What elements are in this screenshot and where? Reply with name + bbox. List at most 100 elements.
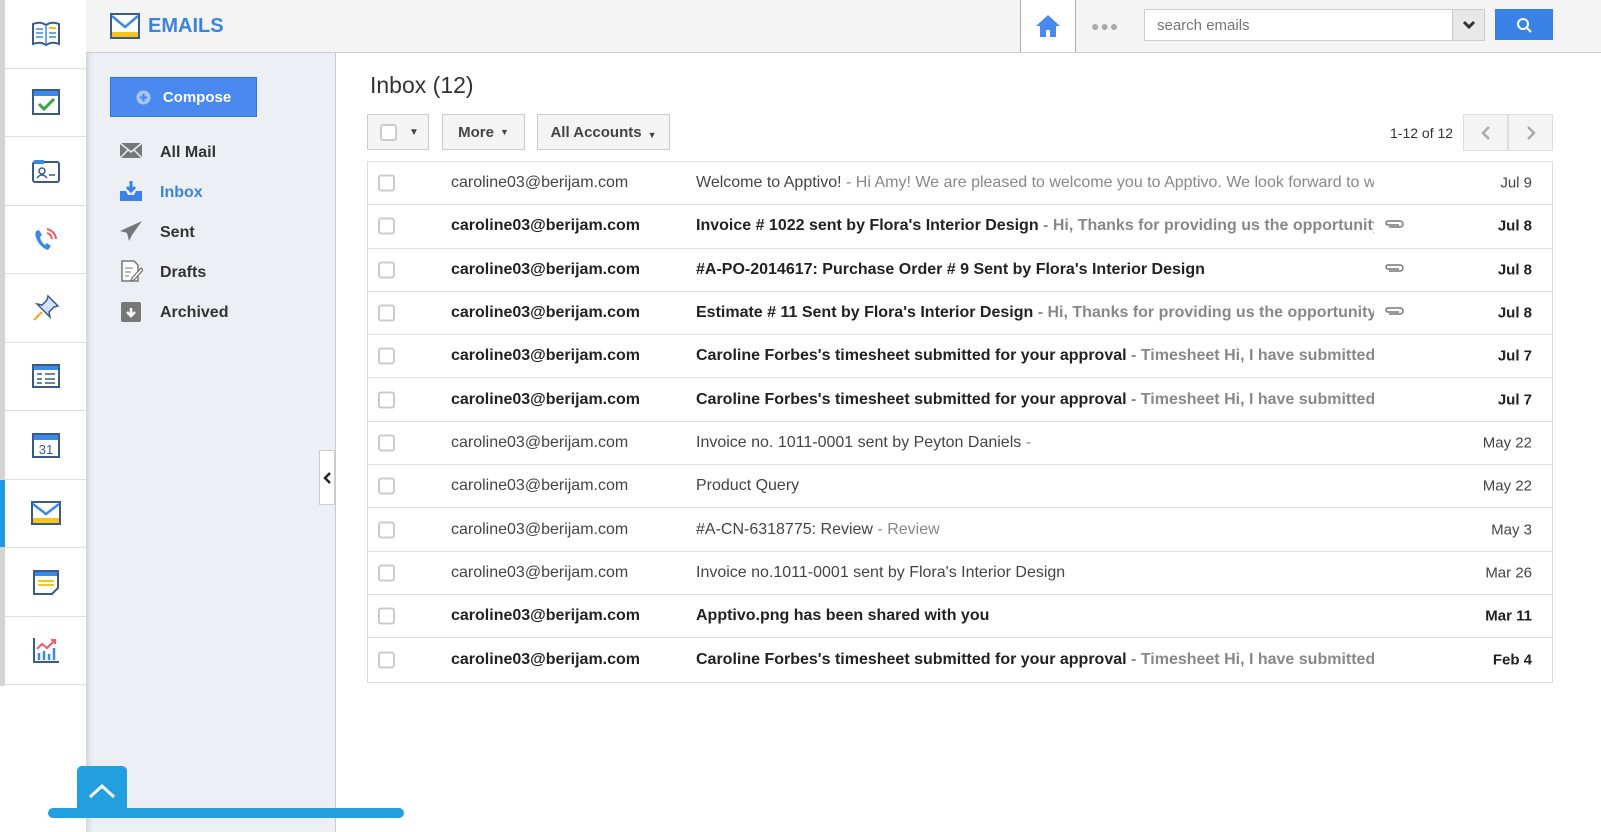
email-subject-line[interactable]: Product Query: [696, 477, 1374, 495]
rail-item-calendar[interactable]: 31: [5, 411, 86, 480]
email-subject-line[interactable]: #A-PO-2014617: Purchase Order # 9 Sent b…: [696, 261, 1374, 279]
rail-item-email[interactable]: [0, 479, 86, 548]
row-checkbox[interactable]: [378, 304, 395, 322]
email-row[interactable]: caroline03@berijam.com Invoice no.1011-00…: [368, 552, 1552, 595]
email-date: May 22: [1482, 434, 1532, 452]
contacts-icon: [31, 159, 60, 183]
email-subject-line[interactable]: Apptivo.png has been shared with you: [696, 607, 1374, 625]
rail-item-forms[interactable]: [5, 343, 86, 411]
row-checkbox[interactable]: [378, 434, 395, 452]
compose-button[interactable]: Compose: [110, 77, 257, 117]
folder-all-mail[interactable]: All Mail: [119, 133, 228, 173]
folder-inbox[interactable]: Inbox: [119, 173, 228, 213]
caret-down-icon: ▼: [647, 130, 657, 140]
chevron-left-icon: [1480, 125, 1490, 140]
row-checkbox[interactable]: [378, 391, 395, 409]
email-row[interactable]: caroline03@berijam.com #A-CN-6318775: Rev…: [368, 508, 1552, 552]
row-checkbox[interactable]: [378, 477, 395, 495]
rail-item-notes[interactable]: [5, 548, 86, 617]
email-date: Jul 7: [1497, 347, 1532, 365]
email-row[interactable]: caroline03@berijam.com Caroline Forbes's …: [368, 378, 1552, 422]
home-icon: [1036, 15, 1060, 37]
email-sender: caroline03@berijam.com: [451, 433, 629, 451]
row-checkbox[interactable]: [378, 607, 395, 625]
row-checkbox[interactable]: [378, 564, 395, 582]
email-row[interactable]: caroline03@berijam.com Caroline Forbes's …: [368, 335, 1552, 379]
email-date: Feb 4: [1492, 651, 1532, 669]
email-subject: Caroline Forbes's timesheet submitted fo…: [696, 390, 1127, 408]
email-preview: - Timesheet Hi, I have submitted: [1126, 650, 1374, 668]
rail-item-calls[interactable]: [5, 206, 86, 274]
collapse-sidebar-button[interactable]: [319, 450, 335, 505]
accounts-dropdown[interactable]: All Accounts ▼: [537, 114, 670, 150]
svg-text:31: 31: [38, 442, 52, 457]
search-dropdown-button[interactable]: [1452, 10, 1484, 40]
email-row[interactable]: caroline03@berijam.com Caroline Forbes's …: [368, 638, 1552, 681]
email-subject-line[interactable]: Invoice no. 1011-0001 sent by Peyton Dan…: [696, 434, 1374, 452]
home-button[interactable]: [1020, 0, 1076, 52]
row-checkbox[interactable]: [378, 261, 395, 279]
more-button[interactable]: More ▼: [442, 114, 525, 150]
row-checkbox[interactable]: [378, 651, 395, 669]
rail-item-pin[interactable]: [5, 274, 86, 343]
row-checkbox[interactable]: [378, 347, 395, 365]
email-row[interactable]: caroline03@berijam.com Apptivo.png has be…: [368, 595, 1552, 639]
folder-drafts[interactable]: Drafts: [119, 253, 228, 293]
folder-label: Inbox: [160, 184, 203, 201]
rail-item-contacts[interactable]: [5, 137, 86, 206]
row-checkbox[interactable]: [378, 217, 395, 235]
select-all-dropdown[interactable]: ▼: [367, 114, 429, 150]
email-sender: caroline03@berijam.com: [451, 347, 641, 365]
chevron-right-icon: [1526, 125, 1536, 140]
email-row[interactable]: caroline03@berijam.com Invoice # 1022 sen…: [368, 205, 1552, 249]
email-row[interactable]: caroline03@berijam.com #A-PO-2014617: Pur…: [368, 249, 1552, 292]
caret-down-icon[interactable]: ▼: [409, 127, 419, 138]
email-row[interactable]: caroline03@berijam.com Invoice no. 1011-0…: [368, 422, 1552, 466]
page-title: Inbox (12): [370, 72, 474, 98]
email-subject-line[interactable]: Welcome to Apptivo! - Hi Amy! We are ple…: [696, 174, 1374, 192]
more-options-icon[interactable]: ●●●: [1091, 18, 1119, 34]
email-subject-line[interactable]: Invoice # 1022 sent by Flora's Interior …: [696, 217, 1374, 235]
pagination-info: 1-12 of 12: [1390, 125, 1454, 141]
email-preview: - Review: [872, 520, 940, 538]
envelope-icon: [119, 141, 143, 159]
email-row[interactable]: caroline03@berijam.com Welcome to Apptivo…: [368, 162, 1552, 206]
forms-icon: [31, 364, 60, 389]
email-sender: caroline03@berijam.com: [451, 650, 641, 668]
email-row[interactable]: caroline03@berijam.com Product Query May 2…: [368, 465, 1552, 509]
email-subject-line[interactable]: Caroline Forbes's timesheet submitted fo…: [696, 651, 1374, 669]
archive-icon: [121, 301, 141, 322]
reports-icon: [32, 638, 59, 664]
email-sender: caroline03@berijam.com: [451, 304, 641, 322]
search-input[interactable]: [1145, 10, 1445, 40]
folder-label: Sent: [160, 224, 195, 241]
folder-sent[interactable]: Sent: [119, 213, 228, 253]
app-rail: 31: [0, 0, 86, 686]
inbox-icon: [120, 180, 142, 201]
email-subject: Product Query: [696, 477, 800, 495]
next-page-button[interactable]: [1508, 114, 1553, 151]
previous-page-button[interactable]: [1463, 114, 1508, 151]
rail-item-knowledge-base[interactable]: [5, 0, 86, 69]
attachment-icon: [1383, 261, 1405, 279]
row-checkbox[interactable]: [378, 174, 395, 192]
email-subject: Invoice no.1011-0001 sent by Flora's Int…: [696, 563, 1066, 581]
email-subject-line[interactable]: Caroline Forbes's timesheet submitted fo…: [696, 347, 1374, 365]
row-checkbox[interactable]: [378, 521, 395, 539]
email-row[interactable]: caroline03@berijam.com Estimate # 11 Sent…: [368, 292, 1552, 336]
rail-item-tasks[interactable]: [5, 69, 86, 137]
bottom-bar: [48, 808, 404, 818]
email-subject-line[interactable]: Estimate # 11 Sent by Flora's Interior D…: [696, 304, 1374, 322]
email-subject-line[interactable]: #A-CN-6318775: Review - Review: [696, 521, 1374, 539]
email-sender: caroline03@berijam.com: [451, 477, 629, 495]
email-date: Jul 9: [1500, 174, 1532, 192]
search-button[interactable]: [1495, 9, 1553, 40]
email-subject-line[interactable]: Caroline Forbes's timesheet submitted fo…: [696, 391, 1374, 409]
email-subject-line[interactable]: Invoice no.1011-0001 sent by Flora's Int…: [696, 564, 1374, 582]
select-all-checkbox[interactable]: [380, 123, 397, 141]
email-date: May 3: [1491, 521, 1532, 539]
rail-item-reports[interactable]: [5, 617, 86, 685]
folder-archived[interactable]: Archived: [119, 293, 228, 333]
email-date: Jul 8: [1497, 217, 1532, 235]
knowledge-base-icon: [31, 21, 60, 46]
